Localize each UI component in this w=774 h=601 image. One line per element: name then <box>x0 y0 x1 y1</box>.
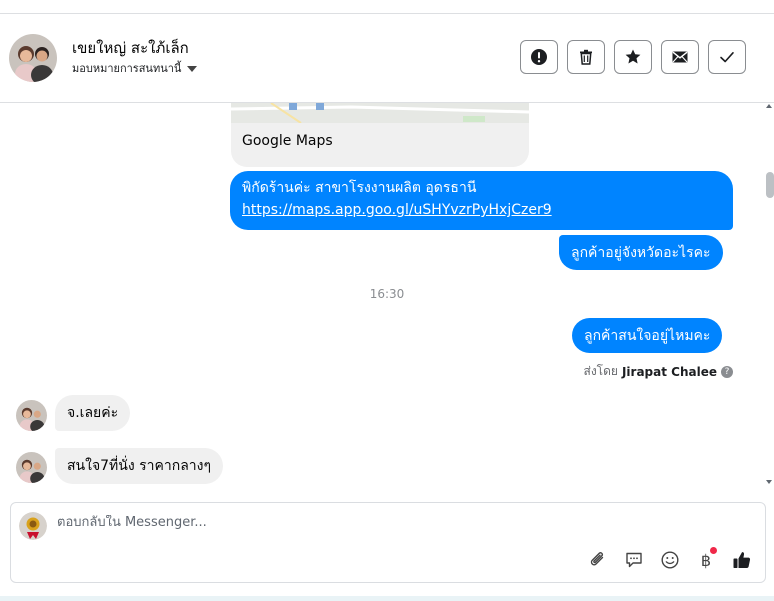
trash-icon <box>580 49 592 65</box>
maps-link[interactable]: https://maps.app.goo.gl/uSHYvzrPyHxjCzer… <box>242 199 721 221</box>
paperclip-icon <box>590 552 604 566</box>
delete-button[interactable] <box>567 40 605 74</box>
mark-unread-button[interactable] <box>661 40 699 74</box>
mark-done-button[interactable] <box>708 40 746 74</box>
sent-by-prefix: ส่งโดย <box>583 364 618 378</box>
star-icon <box>625 49 641 64</box>
reply-input[interactable] <box>57 515 657 530</box>
like-button[interactable] <box>731 549 753 571</box>
emoji-button[interactable] <box>659 549 681 571</box>
outgoing-message-location[interactable]: พิกัดร้านค่ะ สาขาโรงงานผลิต อุดรธานี htt… <box>230 171 733 230</box>
message-text: ลูกค้าอยู่จังหวัดอะไรคะ <box>571 244 711 261</box>
assign-label: มอบหมายการสนทนานี้ <box>72 62 182 75</box>
payment-button[interactable]: ฿ <box>695 547 717 571</box>
outgoing-message-interest[interactable]: ลูกค้าสนใจอยู่ไหมคะ <box>572 318 723 353</box>
sender-name: Jirapat Chalee <box>621 364 717 379</box>
notification-dot <box>710 547 717 554</box>
thread-scrollbar[interactable] <box>762 103 774 488</box>
speech-bubble-icon <box>626 552 642 568</box>
contact-avatar-small <box>16 400 47 431</box>
star-button[interactable] <box>614 40 652 74</box>
thumbs-up-icon <box>733 552 751 568</box>
page-avatar <box>19 512 47 540</box>
message-text: ลูกค้าสนใจอยู่ไหมคะ <box>584 327 711 344</box>
exclamation-icon <box>531 49 547 65</box>
bottom-band <box>0 596 774 601</box>
check-icon <box>720 52 734 63</box>
baht-icon: ฿ <box>700 550 712 570</box>
message-text: พิกัดร้านค่ะ สาขาโรงงานผลิต อุดรธานี <box>242 180 477 196</box>
scroll-down-arrow-icon[interactable] <box>766 480 772 484</box>
help-icon[interactable]: ? <box>721 365 733 378</box>
contact-avatar-small <box>16 452 47 483</box>
scrollbar-thumb[interactable] <box>766 172 774 198</box>
scroll-up-arrow-icon[interactable] <box>766 104 772 108</box>
message-timestamp: 16:30 <box>369 287 405 301</box>
composer-tools: ฿ <box>587 547 753 571</box>
contact-name: เขยใหญ่ สะใภ้เล็ก <box>72 39 189 57</box>
header-actions <box>520 40 746 74</box>
map-thumbnail <box>231 103 529 124</box>
sent-by-label: ส่งโดย Jirapat Chalee ? <box>583 362 733 381</box>
incoming-message-province[interactable]: จ.เลยค่ะ <box>55 395 131 431</box>
outgoing-message-province[interactable]: ลูกค้าอยู่จังหวัดอะไรคะ <box>559 235 723 270</box>
message-text: สนใจ7ที่นั่ง ราคากลางๆ <box>67 458 212 474</box>
mark-spam-button[interactable] <box>520 40 558 74</box>
map-card-title: Google Maps <box>242 133 333 149</box>
map-preview-card[interactable]: Google Maps <box>231 103 529 167</box>
assign-conversation-dropdown[interactable]: มอบหมายการสนทนานี้ <box>72 59 198 77</box>
message-text: จ.เลยค่ะ <box>67 405 119 421</box>
envelope-icon <box>672 51 688 63</box>
contact-avatar[interactable] <box>9 34 57 82</box>
attach-button[interactable] <box>587 549 609 571</box>
saved-replies-button[interactable] <box>623 549 645 571</box>
reply-composer: ฿ <box>10 502 766 583</box>
caret-down-icon <box>187 65 198 72</box>
message-thread[interactable]: Google Maps พิกัดร้านค่ะ สาขาโรงงานผลิต … <box>0 103 774 488</box>
conversation-header: เขยใหญ่ สะใภ้เล็ก มอบหมายการสนทนานี้ <box>0 14 774 103</box>
smiley-icon <box>661 551 679 569</box>
incoming-message-interest[interactable]: สนใจ7ที่นั่ง ราคากลางๆ <box>55 448 224 484</box>
